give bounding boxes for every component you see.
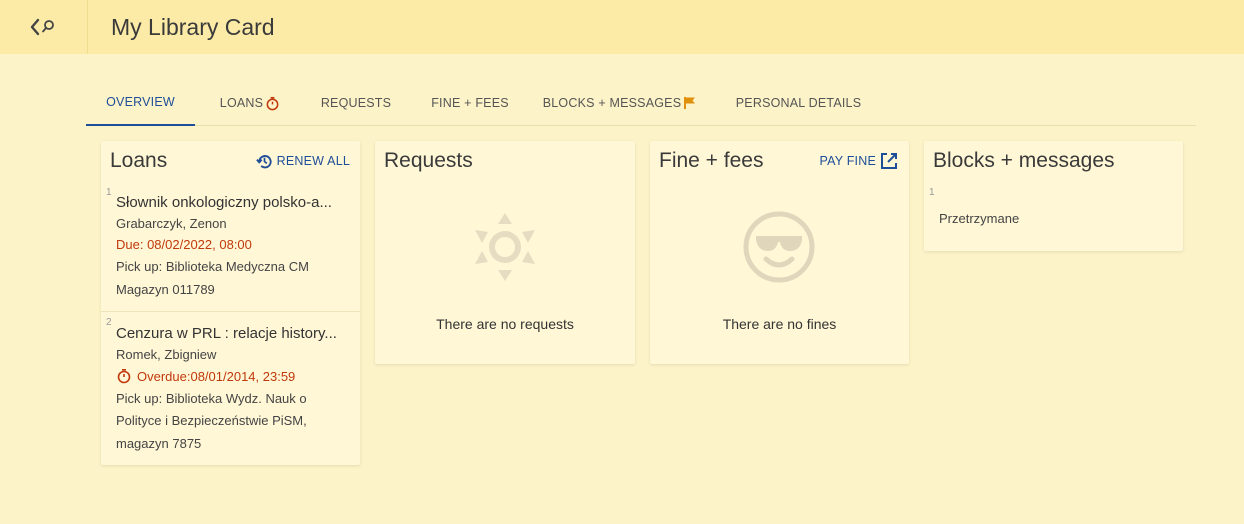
external-link-icon [881, 153, 897, 169]
sun-icon [475, 213, 535, 281]
fines-empty-text: There are no fines [722, 316, 837, 332]
renew-icon [255, 154, 272, 168]
requests-empty-text: There are no requests [436, 316, 574, 332]
requests-card: Requests There are no requests [375, 141, 635, 364]
loans-title: Loans [110, 149, 168, 172]
tab-requests[interactable]: REQUESTS [312, 80, 400, 126]
loan-overdue-row: Overdue:08/01/2014, 23:59 [116, 368, 348, 384]
blocks-title: Blocks + messages [933, 149, 1115, 172]
fines-card: Fine + fees PAY FINE There are no fines [650, 141, 909, 364]
back-search-button[interactable] [0, 0, 88, 54]
renew-all-button[interactable]: RENEW ALL [255, 152, 350, 171]
item-number: 1 [106, 187, 112, 198]
block-message: Przetrzymane [939, 211, 1020, 226]
tab-overview[interactable]: OVERVIEW [86, 80, 195, 126]
loan-pickup-location: Magazyn 011789 [116, 282, 215, 297]
tab-personal-details[interactable]: PERSONAL DETAILS [731, 80, 866, 126]
tab-label: OVERVIEW [106, 95, 175, 109]
requests-title: Requests [384, 149, 473, 172]
fines-title: Fine + fees [659, 149, 764, 172]
loan-pickup-location: Pick up: Biblioteka Wydz. Nauk o [116, 391, 307, 406]
loan-overdue-date: Overdue:08/01/2014, 23:59 [137, 368, 296, 384]
tab-label: REQUESTS [320, 96, 392, 110]
back-search-icon [30, 18, 54, 36]
flag-icon [684, 97, 696, 109]
tab-bar: OVERVIEW LOANS REQUESTS FINE + FEES BLOC… [86, 80, 1196, 126]
loan-item[interactable]: 2 Cenzura w PRL : relacje history... Rom… [101, 316, 360, 464]
loan-title[interactable]: Cenzura w PRL : relacje history... [116, 325, 348, 342]
item-number: 2 [106, 317, 112, 328]
renew-all-label: RENEW ALL [276, 154, 350, 168]
loan-author: Grabarczyk, Zenon [116, 216, 227, 231]
divider [101, 311, 360, 312]
timer-icon [266, 96, 279, 110]
pay-fine-label: PAY FINE [819, 154, 876, 168]
top-bar: My Library Card [0, 0, 1244, 54]
loan-item[interactable]: 1 Słownik onkologiczny polsko-a... Graba… [101, 185, 360, 311]
tab-label: BLOCKS + MESSAGES [542, 96, 682, 110]
timer-icon [117, 368, 131, 384]
cool-face-icon [743, 211, 815, 283]
loan-pickup-location: magazyn 7875 [116, 436, 202, 451]
loan-title[interactable]: Słownik onkologiczny polsko-a... [116, 194, 348, 211]
loan-pickup-location: Pick up: Biblioteka Medyczna CM [116, 259, 309, 274]
loan-due-date: Due: 08/02/2022, 08:00 [116, 237, 252, 252]
tab-fine-fees[interactable]: FINE + FEES [424, 80, 516, 126]
pay-fine-button[interactable]: PAY FINE [820, 151, 899, 171]
loan-author: Romek, Zbigniew [116, 347, 217, 362]
page-title: My Library Card [111, 13, 275, 40]
tab-label: PERSONAL DETAILS [735, 96, 862, 110]
item-number: 1 [929, 187, 935, 198]
loans-card: Loans RENEW ALL 1 Słownik onkologiczny p… [101, 141, 360, 465]
block-item: 1 Przetrzymane [924, 185, 1183, 245]
tab-loans[interactable]: LOANS [210, 80, 290, 126]
tab-label: LOANS [219, 96, 264, 110]
loan-pickup-location: Polityce i Bezpieczeństwie PiSM, [116, 413, 307, 428]
tab-label: FINE + FEES [431, 96, 509, 110]
tab-blocks-messages[interactable]: BLOCKS + MESSAGES [542, 80, 698, 126]
blocks-card: Blocks + messages 1 Przetrzymane [924, 141, 1183, 251]
